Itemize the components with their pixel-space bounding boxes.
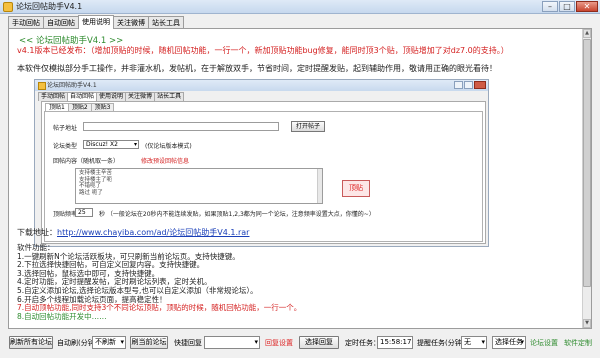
window-controls: – □ ✕: [542, 1, 598, 12]
forum-settings-link[interactable]: 论坛设置: [530, 338, 558, 348]
timer-label: 定时任务：: [345, 339, 380, 347]
embedded-tab: 使用说明: [96, 92, 127, 101]
vertical-scrollbar[interactable]: ▲ ▼: [582, 29, 591, 328]
bottom-toolbar: 刷新所有论坛 自动刷(分钟) 不刷新 刷当前论坛 快捷回复 回复设置 选择回复 …: [0, 331, 600, 358]
instructions-panel: << 论坛回帖助手V4.1 >> v4.1版本已经发布：（增加顶贴的时候，随机回…: [8, 28, 592, 329]
scroll-up-arrow-icon[interactable]: ▲: [583, 29, 591, 38]
embedded-tab: 站长工具: [154, 92, 185, 101]
bump-button: 顶贴: [342, 180, 370, 197]
embedded-subpanel: 顶贴1 顶贴2 顶贴3 帖子地址 打开帖子 论坛类型 Discuz! X2 (仅…: [41, 101, 486, 244]
refresh-all-button[interactable]: 刷新所有论坛: [9, 336, 53, 349]
embedded-tab: 自动回帖: [67, 92, 98, 101]
features-list: 软件功能： 1.一键刷新N个论坛活跃板块，可只刷新当前论坛页。支持快捷键。 2.…: [17, 243, 487, 321]
title-bar: 论坛回帖助手V4.1 – □ ✕: [0, 0, 600, 14]
download-line: 下载地址：http://www.chayiba.com/ad/论坛回帖助手V4.…: [17, 227, 249, 238]
reply-content-textarea: 支持楼主辛苦 支持楼主了呃 不错呃了 路过 呃了: [75, 168, 323, 204]
minimize-button[interactable]: –: [542, 1, 558, 12]
reply-settings-link[interactable]: 回复设置: [265, 338, 293, 348]
embedded-subtab: 顶贴3: [90, 103, 115, 111]
reply-content-label: 回帖内容（随机取一条）: [53, 158, 120, 165]
reply-line: 路过 呃了: [79, 189, 103, 196]
embedded-subtabs: 顶贴1 顶贴2 顶贴3: [45, 103, 115, 111]
remind-value: 无: [464, 338, 471, 346]
auto-refresh-value: 不刷新: [95, 338, 116, 346]
app-icon: [3, 1, 13, 12]
main-tabs: 手动回帖 自动回帖 使用说明 关注微博 站长工具: [8, 15, 184, 29]
freq-spinner: 25: [75, 208, 93, 217]
remind-label: 提醒任务(分钟): [417, 339, 465, 347]
version-note: v4.1版本已经发布：（增加顶贴的时候，随机回帖功能，一行一个，新加顶贴功能bu…: [17, 46, 509, 55]
forum-type-note: (仅论坛版本模式): [145, 143, 192, 150]
open-post-button: 打开帖子: [291, 121, 325, 132]
quick-reply-label: 快捷回复: [174, 339, 202, 347]
select-task-select[interactable]: 选择任务: [492, 336, 526, 349]
embedded-title: 论坛回帖助手V4.1: [35, 80, 488, 91]
window-title: 论坛回帖助手V4.1: [16, 2, 83, 11]
post-url-field: [83, 122, 279, 131]
embedded-subtab-body: 帖子地址 打开帖子 论坛类型 Discuz! X2 (仅论坛版本模式) 回帖内容…: [44, 111, 483, 242]
edit-reply-link: 修改预设回帖信息: [141, 158, 190, 165]
freq-note: 秒 （一般论坛在20秒内不能连续发贴，如果顶贴1,2,3都为同一个论坛，注意频率…: [99, 211, 375, 218]
timer-input[interactable]: 15:58:17: [377, 336, 413, 349]
download-label: 下载地址：: [17, 228, 57, 237]
freq-label: 顶贴频率: [53, 211, 78, 218]
close-button[interactable]: ✕: [576, 1, 598, 12]
tab-instructions[interactable]: 使用说明: [78, 15, 114, 29]
post-url-label: 帖子地址: [53, 125, 78, 132]
embedded-tabs: 手动回帖 自动回帖 使用说明 关注微博 站长工具: [38, 92, 185, 101]
auto-refresh-select[interactable]: 不刷新: [92, 336, 126, 349]
download-link[interactable]: http://www.chayiba.com/ad/论坛回帖助手V4.1.rar: [57, 228, 249, 237]
embedded-subtab: 顶贴1: [45, 103, 69, 111]
embedded-screenshot: 论坛回帖助手V4.1 手动回帖 自动回帖 使用说明 关注微博 站长工具 顶贴1 …: [34, 79, 489, 247]
description-text: 本软件仅模拟部分手工操作，并非灌水机，发帖机，在于解放双手，节省时间，定时提醒发…: [17, 64, 497, 73]
select-task-value: 选择任务: [495, 338, 523, 346]
feature-item: 8.自动回帖功能开发中……: [17, 311, 107, 321]
maximize-button[interactable]: □: [559, 1, 575, 12]
forum-type-select: Discuz! X2: [83, 140, 139, 149]
scroll-down-arrow-icon[interactable]: ▼: [583, 319, 591, 328]
remind-select[interactable]: 无: [461, 336, 487, 349]
scroll-thumb[interactable]: [583, 39, 591, 287]
embedded-tab: 关注微博: [125, 92, 156, 101]
select-reply-button[interactable]: 选择回复: [299, 336, 339, 349]
embedded-tab: 手动回帖: [38, 92, 69, 101]
custom-software-link[interactable]: 软件定制: [564, 338, 592, 348]
embedded-subtab: 顶贴2: [67, 103, 92, 111]
forum-type-label: 论坛类型: [53, 143, 78, 150]
refresh-current-button[interactable]: 刷当前论坛: [130, 336, 168, 349]
embedded-window-controls: [454, 81, 486, 89]
quick-reply-select[interactable]: [204, 336, 260, 349]
